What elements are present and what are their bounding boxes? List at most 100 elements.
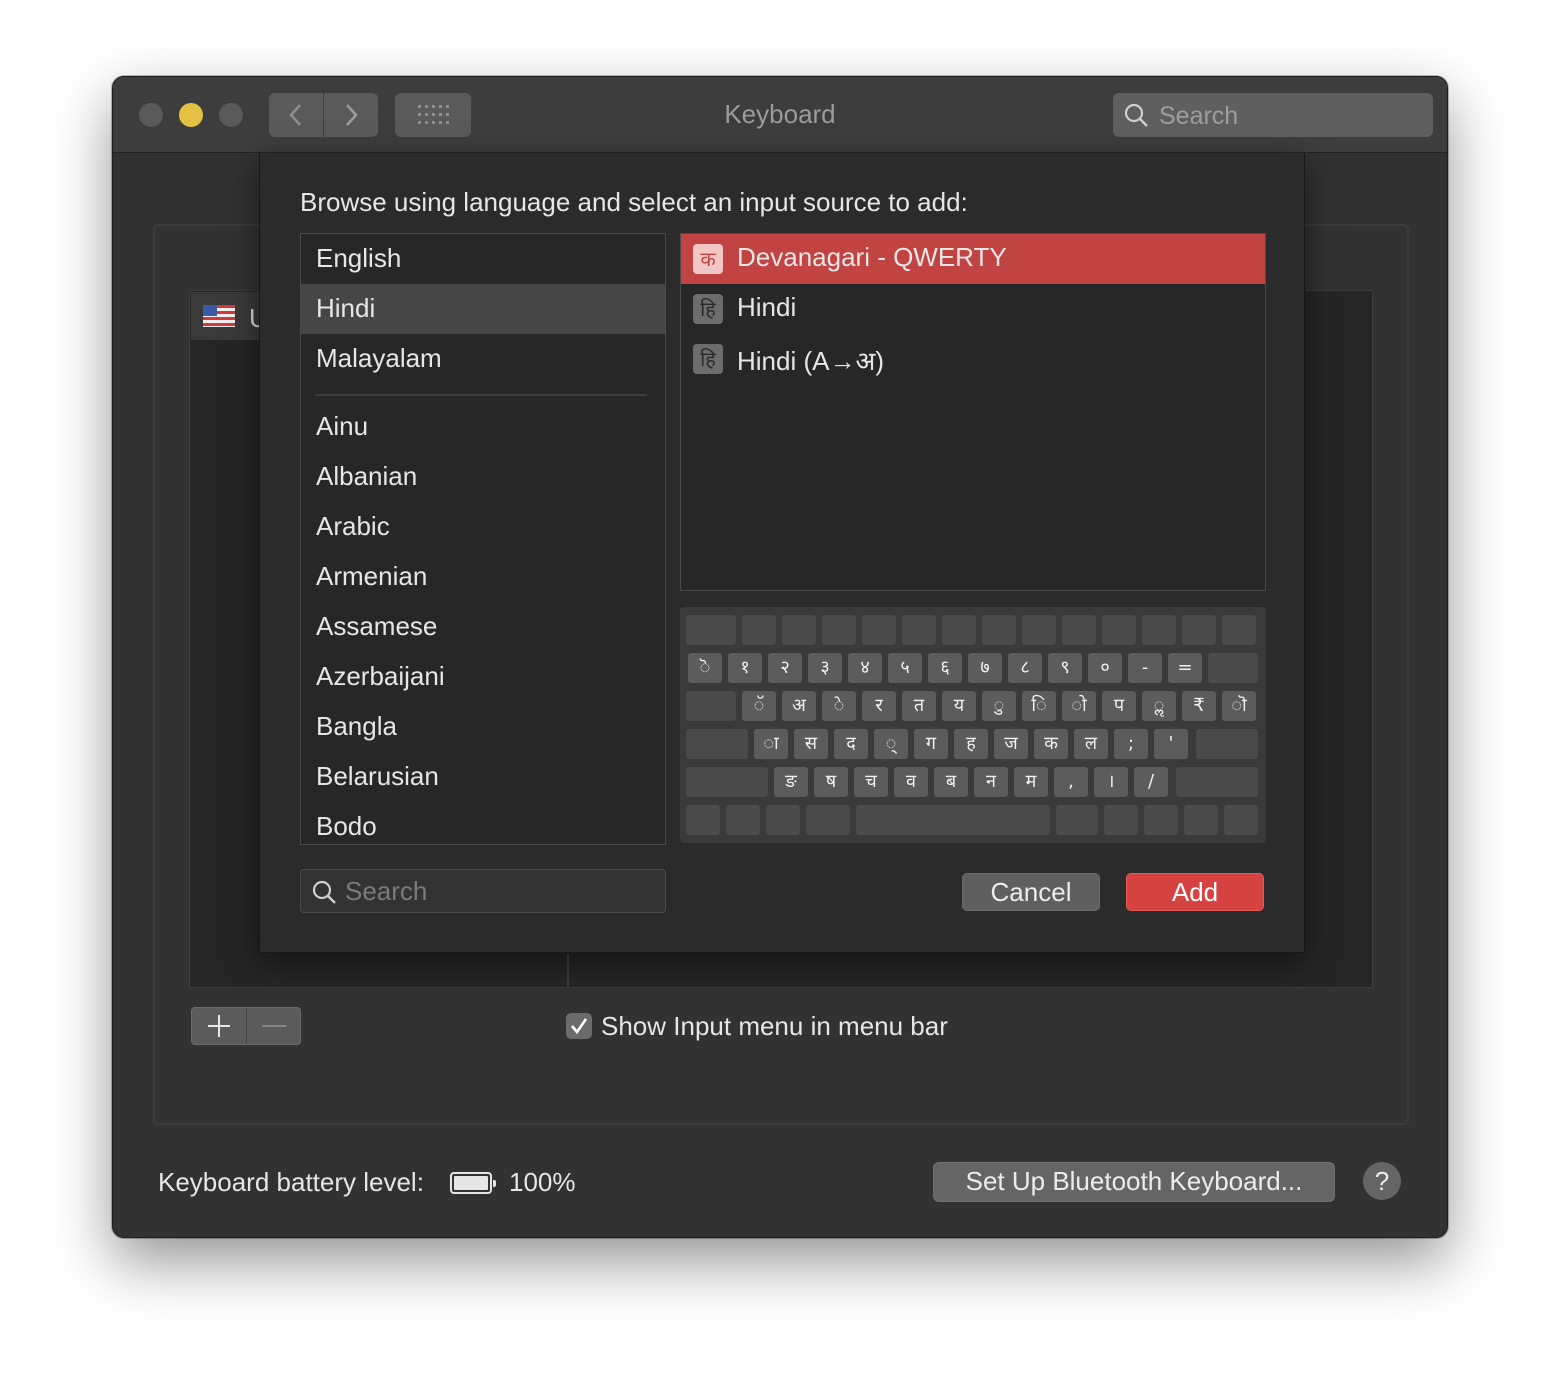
plus-icon [208, 1015, 230, 1037]
keyboard-key-blank [686, 615, 736, 645]
keyboard-key-blank [726, 805, 760, 835]
keyboard-key-blank [1184, 805, 1218, 835]
keyboard-key-blank [822, 615, 856, 645]
keyboard-key: १ [728, 653, 762, 683]
add-input-source-button[interactable] [192, 1008, 247, 1044]
keyboard-layout-preview: ॆ १ २ ३ ४ ५ ६ ७ ८ ९ ०- =ॅ अे र त युिो पॢ ₹ॊा स द् ग ह ज क ल; ' ङ ष च… [680, 607, 1266, 843]
add-input-source-sheet: Browse using language and select an inpu… [259, 153, 1305, 953]
input-source-options-list[interactable]: क Devanagari - QWERTY हि Hindi हि Hindi … [680, 233, 1266, 591]
language-search-input[interactable] [345, 874, 645, 908]
hindi-hi-icon: हि [693, 294, 723, 324]
sheet-title: Browse using language and select an inpu… [300, 187, 968, 217]
setup-bluetooth-keyboard-button[interactable]: Set Up Bluetooth Keyboard... [933, 1162, 1335, 1202]
keyboard-key-blank [1022, 615, 1056, 645]
keyboard-key-blank [742, 615, 776, 645]
keyboard-key: ल [1074, 729, 1108, 759]
language-list[interactable]: English Hindi Malayalam Ainu Albanian Ar… [300, 233, 666, 845]
keyboard-key-blank [862, 615, 896, 645]
keyboard-key: ; [1114, 729, 1148, 759]
keyboard-preferences-window: Keyboard Search U Show Input menu in men… [112, 76, 1448, 1238]
keyboard-key: र [862, 691, 896, 721]
keyboard-key-blank [982, 615, 1016, 645]
help-button[interactable]: ? [1363, 1162, 1401, 1200]
language-item[interactable]: Arabic [301, 502, 665, 552]
language-item[interactable]: Albanian [301, 452, 665, 502]
keyboard-key-blank [782, 615, 816, 645]
keyboard-key: ् [874, 729, 908, 759]
keyboard-key-blank [1142, 615, 1176, 645]
input-source-option-label: Devanagari - QWERTY [737, 242, 1007, 272]
keyboard-key: ९ [1048, 653, 1082, 683]
input-source-option[interactable]: हि Hindi [681, 284, 1265, 334]
language-item[interactable]: Azerbaijani [301, 652, 665, 702]
keyboard-key-blank [686, 729, 748, 759]
keyboard-key: ो [1062, 691, 1096, 721]
list-divider [567, 954, 569, 988]
keyboard-key: - [1128, 653, 1162, 683]
keyboard-key: ७ [968, 653, 1002, 683]
keyboard-key: त [902, 691, 936, 721]
keyboard-key: ु [982, 691, 1016, 721]
keyboard-key: म [1014, 767, 1048, 797]
keyboard-key-blank [1062, 615, 1096, 645]
keyboard-key: । [1094, 767, 1128, 797]
keyboard-key-blank [766, 805, 800, 835]
language-item[interactable]: English [301, 234, 665, 284]
keyboard-key-blank [1208, 653, 1258, 683]
cancel-button[interactable]: Cancel [962, 873, 1100, 911]
language-item[interactable]: Ainu [301, 402, 665, 452]
keyboard-key: ॢ [1142, 691, 1176, 721]
keyboard-key: च [854, 767, 888, 797]
keyboard-key: े [822, 691, 856, 721]
keyboard-key: ङ [774, 767, 808, 797]
window-search-field[interactable]: Search [1113, 93, 1433, 137]
language-item[interactable]: Assamese [301, 602, 665, 652]
input-source-option[interactable]: हि Hindi (A→अ) [681, 334, 1265, 384]
battery-icon [450, 1172, 496, 1194]
checkmark-icon [571, 1018, 588, 1035]
keyboard-key: = [1168, 653, 1202, 683]
keyboard-key: द [834, 729, 868, 759]
input-source-option-label: Hindi (A→अ) [737, 346, 884, 376]
keyboard-key-blank [902, 615, 936, 645]
input-source-option-label: Hindi [737, 292, 797, 322]
show-input-menu-label: Show Input menu in menu bar [601, 1011, 948, 1041]
keyboard-key-blank [686, 767, 768, 797]
language-item[interactable]: Armenian [301, 552, 665, 602]
language-search-field[interactable] [300, 869, 666, 913]
keyboard-key-blank [1056, 805, 1098, 835]
keyboard-key: , [1054, 767, 1088, 797]
devanagari-ka-icon: क [693, 244, 723, 274]
keyboard-key: ८ [1008, 653, 1042, 683]
keyboard-key: २ [768, 653, 802, 683]
keyboard-key-blank [1222, 615, 1256, 645]
keyboard-key-blank [1176, 767, 1258, 797]
show-input-menu-checkbox[interactable] [566, 1013, 592, 1039]
keyboard-key: ॆ [688, 653, 722, 683]
keyboard-key: ब [934, 767, 968, 797]
keyboard-key: ५ [888, 653, 922, 683]
title-bar: Keyboard Search [113, 77, 1447, 153]
keyboard-key: प [1102, 691, 1136, 721]
keyboard-key: ह [954, 729, 988, 759]
language-item[interactable]: Belarusian [301, 752, 665, 802]
keyboard-key: ६ [928, 653, 962, 683]
language-item[interactable]: Malayalam [301, 334, 665, 384]
language-item[interactable]: Bodo [301, 802, 665, 844]
language-item-selected[interactable]: Hindi [301, 284, 665, 334]
hindi-hi-icon: हि [693, 344, 723, 374]
remove-input-source-button[interactable] [247, 1008, 301, 1044]
keyboard-key-blank [942, 615, 976, 645]
keyboard-key: ष [814, 767, 848, 797]
keyboard-key: ॊ [1222, 691, 1256, 721]
keyboard-key-blank [1104, 805, 1138, 835]
keyboard-key-blank [1196, 729, 1258, 759]
add-button[interactable]: Add [1126, 873, 1264, 911]
language-item[interactable]: Bangla [301, 702, 665, 752]
keyboard-key: न [974, 767, 1008, 797]
add-remove-control [191, 1007, 301, 1045]
keyboard-key: ० [1088, 653, 1122, 683]
keyboard-key: अ [782, 691, 816, 721]
us-flag-icon [203, 305, 235, 327]
input-source-option-selected[interactable]: क Devanagari - QWERTY [681, 234, 1265, 284]
